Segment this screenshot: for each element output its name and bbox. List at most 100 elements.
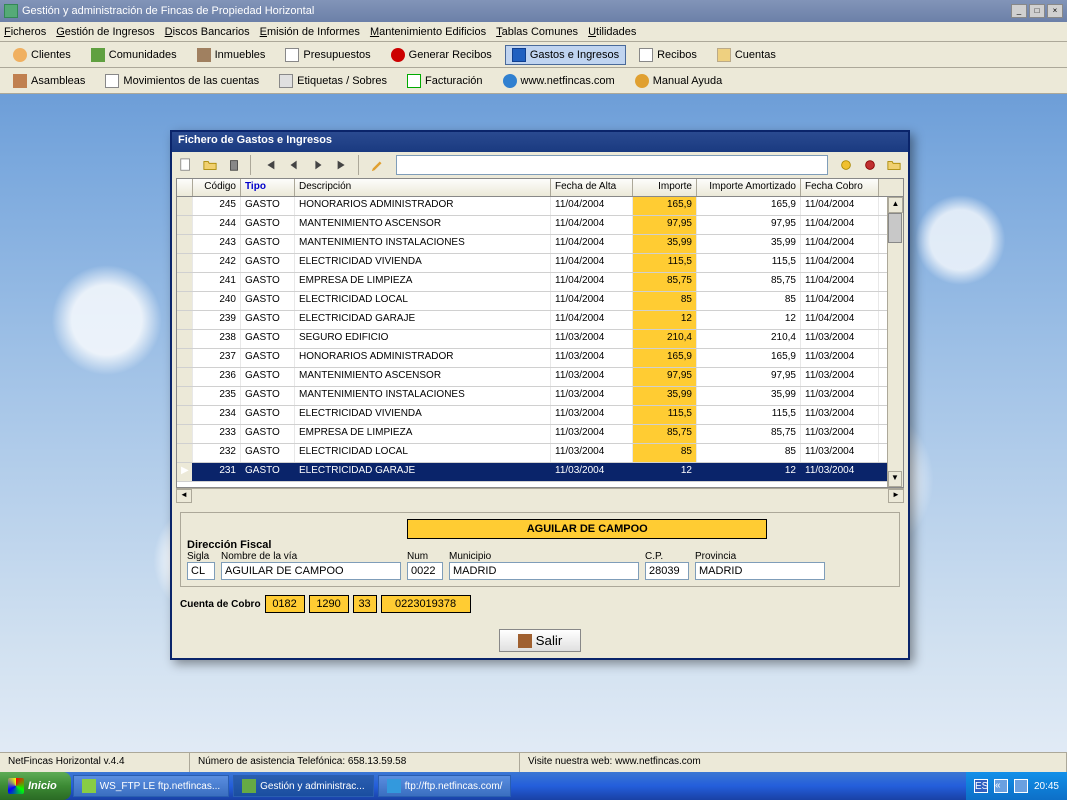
menu-ficheros[interactable]: Ficheros (4, 26, 46, 38)
provincia-input[interactable] (695, 562, 825, 580)
ic-bld-icon (197, 48, 211, 62)
direccion-fiscal-panel: Dirección Fiscal AGUILAR DE CAMPOO Sigla… (180, 512, 900, 587)
ic-inv-icon (407, 74, 421, 88)
taskbar-task[interactable]: WS_FTP LE ftp.netfincas... (73, 775, 229, 797)
open-icon[interactable] (200, 155, 220, 175)
toolbar-2: Asambleas Movimientos de las cuentas Etiqu… (0, 68, 1067, 94)
status-version: NetFincas Horizontal v.4.4 (0, 753, 190, 772)
tray-icon[interactable]: « (994, 779, 1008, 793)
col-tipo[interactable]: Tipo (241, 179, 295, 196)
ic-web-icon (503, 74, 517, 88)
tbtn-movimientos-de-las-cuentas[interactable]: Movimientos de las cuentas (98, 71, 266, 91)
table-row[interactable]: 245GASTOHONORARIOS ADMINISTRADOR11/04/20… (177, 197, 903, 216)
maximize-button[interactable]: □ (1029, 4, 1045, 18)
table-row[interactable]: 235GASTOMANTENIMIENTO INSTALACIONES11/03… (177, 387, 903, 406)
col-fecha-alta[interactable]: Fecha de Alta (551, 179, 633, 196)
tbtn-recibos[interactable]: Recibos (632, 45, 704, 65)
folder-icon[interactable] (884, 155, 904, 175)
last-icon[interactable] (332, 155, 352, 175)
prev-icon[interactable] (284, 155, 304, 175)
menu-mantenimiento-edificios[interactable]: Mantenimiento Edificios (370, 26, 486, 38)
grid-scroll-h[interactable]: ◄► (176, 488, 904, 504)
table-row[interactable]: 244GASTOMANTENIMIENTO ASCENSOR11/04/2004… (177, 216, 903, 235)
col-codigo[interactable]: Código (193, 179, 241, 196)
menu-utilidades[interactable]: Utilidades (588, 26, 636, 38)
tbtn-etiquetas-sobres[interactable]: Etiquetas / Sobres (272, 71, 394, 91)
table-row[interactable]: 232GASTOELECTRICIDAD LOCAL11/03/20048585… (177, 444, 903, 463)
ic-acc-icon (717, 48, 731, 62)
menubar: Ficheros Gestión de Ingresos Discos Bancar… (0, 22, 1067, 42)
cuenta-p1[interactable] (265, 595, 305, 613)
col-descripcion[interactable]: Descripción (295, 179, 551, 196)
address-banner: AGUILAR DE CAMPOO (407, 519, 767, 539)
sigla-input[interactable] (187, 562, 215, 580)
tbtn-facturaci-n[interactable]: Facturación (400, 71, 489, 91)
edit-icon[interactable] (368, 155, 388, 175)
col-fecha-cobro[interactable]: Fecha Cobro (801, 179, 879, 196)
ic-asm-icon (13, 74, 27, 88)
tbtn-comunidades[interactable]: Comunidades (84, 45, 184, 65)
toolbar-1: Clientes Comunidades InmueblesPresupuestos… (0, 42, 1067, 68)
start-button[interactable]: Inicio (0, 772, 71, 800)
menu-tablas-comunes[interactable]: Tablas Comunes (496, 26, 578, 38)
tbtn-asambleas[interactable]: Asambleas (6, 71, 92, 91)
search-input[interactable] (396, 155, 828, 175)
next-icon[interactable] (308, 155, 328, 175)
tbtn-generar-recibos[interactable]: Generar Recibos (384, 45, 499, 65)
app-icon (4, 4, 18, 18)
grid-scroll-v[interactable]: ▲▼ (887, 197, 903, 487)
table-row[interactable]: 233GASTOEMPRESA DE LIMPIEZA11/03/200485,… (177, 425, 903, 444)
delete-icon[interactable] (224, 155, 244, 175)
table-row[interactable]: ▶231GASTOELECTRICIDAD GARAJE11/03/200412… (177, 463, 903, 482)
cuenta-p3[interactable] (353, 595, 377, 613)
app-title: Gestión y administración de Fincas de Pr… (22, 5, 314, 17)
cuenta-p4[interactable] (381, 595, 471, 613)
lang-indicator[interactable]: ES (974, 779, 988, 793)
ic-mov-icon (105, 74, 119, 88)
table-row[interactable]: 243GASTOMANTENIMIENTO INSTALACIONES11/04… (177, 235, 903, 254)
salir-button[interactable]: Salir (499, 629, 582, 652)
ic-comm-icon (91, 48, 105, 62)
tbtn-manual-ayuda[interactable]: Manual Ayuda (628, 71, 730, 91)
cp-input[interactable] (645, 562, 689, 580)
close-button[interactable]: × (1047, 4, 1063, 18)
menu-emisión-de-informes[interactable]: Emisión de Informes (260, 26, 360, 38)
dialog-toolbar (172, 152, 908, 178)
gastos-ingresos-dialog: Fichero de Gastos e Ingresos Código Tipo… (170, 130, 910, 660)
ic-lbl-icon (279, 74, 293, 88)
table-row[interactable]: 234GASTOELECTRICIDAD VIVIENDA11/03/20041… (177, 406, 903, 425)
refresh-icon[interactable] (836, 155, 856, 175)
table-row[interactable]: 240GASTOELECTRICIDAD LOCAL11/04/20048585… (177, 292, 903, 311)
grid-header: Código Tipo Descripción Fecha de Alta Im… (177, 179, 903, 197)
municipio-input[interactable] (449, 562, 639, 580)
table-row[interactable]: 237GASTOHONORARIOS ADMINISTRADOR11/03/20… (177, 349, 903, 368)
menu-discos-bancarios[interactable]: Discos Bancarios (165, 26, 250, 38)
table-row[interactable]: 239GASTOELECTRICIDAD GARAJE11/04/2004121… (177, 311, 903, 330)
cuenta-p2[interactable] (309, 595, 349, 613)
direccion-fiscal-label: Dirección Fiscal (187, 539, 271, 551)
minimize-button[interactable]: _ (1011, 4, 1027, 18)
via-input[interactable] (221, 562, 401, 580)
taskbar-task[interactable]: ftp://ftp.netfincas.com/ (378, 775, 512, 797)
tbtn-cuentas[interactable]: Cuentas (710, 45, 783, 65)
tbtn-inmuebles[interactable]: Inmuebles (190, 45, 273, 65)
col-importe[interactable]: Importe (633, 179, 697, 196)
num-input[interactable] (407, 562, 443, 580)
first-icon[interactable] (260, 155, 280, 175)
grid-body: 245GASTOHONORARIOS ADMINISTRADOR11/04/20… (177, 197, 903, 487)
tbtn-presupuestos[interactable]: Presupuestos (278, 45, 377, 65)
new-icon[interactable] (176, 155, 196, 175)
table-row[interactable]: 242GASTOELECTRICIDAD VIVIENDA11/04/20041… (177, 254, 903, 273)
col-importe-amort[interactable]: Importe Amortizado (697, 179, 801, 196)
table-row[interactable]: 238GASTOSEGURO EDIFICIO11/03/2004210,421… (177, 330, 903, 349)
taskbar-task[interactable]: Gestión y administrac... (233, 775, 373, 797)
tbtn-clientes[interactable]: Clientes (6, 45, 78, 65)
stop-icon[interactable] (860, 155, 880, 175)
tbtn-www-netfincas-com[interactable]: www.netfincas.com (496, 71, 622, 91)
tbtn-gastos-e-ingresos[interactable]: Gastos e Ingresos (505, 45, 626, 65)
taskbar: Inicio WS_FTP LE ftp.netfincas...Gestión… (0, 772, 1067, 800)
table-row[interactable]: 241GASTOEMPRESA DE LIMPIEZA11/04/200485,… (177, 273, 903, 292)
menu-gestión-de-ingresos[interactable]: Gestión de Ingresos (56, 26, 154, 38)
table-row[interactable]: 236GASTOMANTENIMIENTO ASCENSOR11/03/2004… (177, 368, 903, 387)
tray-icon-2[interactable] (1014, 779, 1028, 793)
